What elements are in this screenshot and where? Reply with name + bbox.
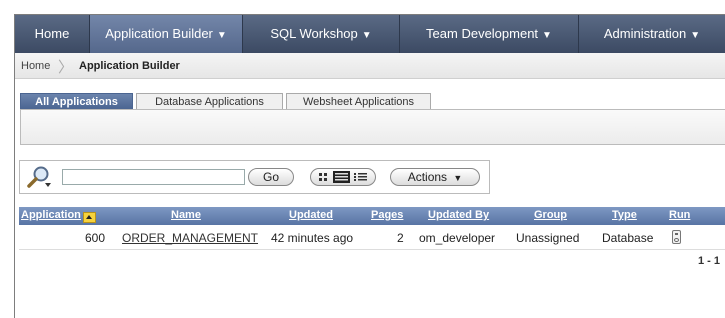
breadcrumb-home-link[interactable]: Home xyxy=(21,60,50,72)
app-frame: Home Application Builder ▼ SQL Workshop ▼ … xyxy=(14,14,725,318)
column-header-run[interactable]: Run xyxy=(669,209,690,221)
subtab-label: Websheet Applications xyxy=(302,96,415,108)
cell-updated: 42 minutes ago xyxy=(271,231,354,245)
table-row: 600 ORDER_MANAGEMENT 42 minutes ago 2 om… xyxy=(19,225,725,250)
chevron-down-icon: ▼ xyxy=(690,30,701,41)
chevron-down-icon: ▼ xyxy=(542,30,552,41)
tab-sql-workshop-label: SQL Workshop xyxy=(270,26,358,41)
go-button[interactable]: Go xyxy=(248,168,294,186)
column-header-group[interactable]: Group xyxy=(534,209,567,221)
subtab-label: Database Applications xyxy=(155,96,264,108)
run-application-icon[interactable] xyxy=(672,230,681,244)
tab-team-development[interactable]: Team Development ▼ xyxy=(400,15,579,53)
actions-menu-button[interactable]: Actions ▼ xyxy=(390,168,480,186)
cell-updated-by: om_developer xyxy=(419,231,496,245)
subtab-websheet-applications[interactable]: Websheet Applications xyxy=(286,93,431,109)
application-name-link[interactable]: ORDER_MANAGEMENT xyxy=(122,231,258,245)
column-header-application[interactable]: Application xyxy=(21,209,96,223)
view-toggle-icons xyxy=(319,171,367,183)
search-input[interactable] xyxy=(62,169,245,185)
breadcrumb-current: Application Builder xyxy=(79,60,180,72)
tab-administration-label: Administration xyxy=(603,26,687,41)
view-toggle xyxy=(310,168,376,186)
tab-sql-workshop[interactable]: SQL Workshop ▼ xyxy=(243,15,400,53)
tab-application-builder-label: Application Builder xyxy=(105,26,213,41)
tab-administration[interactable]: Administration ▼ xyxy=(579,15,725,53)
magnifier-search-icon[interactable] xyxy=(26,166,52,188)
top-navigation: Home Application Builder ▼ SQL Workshop ▼ … xyxy=(15,15,725,53)
breadcrumb-separator-icon: 〉 xyxy=(58,59,74,76)
report-footer: 1 - 1 xyxy=(19,250,725,270)
column-header-pages[interactable]: Pages xyxy=(371,209,403,221)
chevron-down-icon: ▼ xyxy=(453,173,463,183)
tab-application-builder[interactable]: Application Builder ▼ xyxy=(90,15,243,53)
applications-report: Application Name Updated Pages Updated B… xyxy=(19,207,725,270)
sort-ascending-icon[interactable] xyxy=(82,211,96,223)
subtab-panel xyxy=(20,109,725,145)
cell-pages: 2 xyxy=(397,231,404,245)
actions-button-label: Actions xyxy=(407,170,448,184)
report-header-row: Application Name Updated Pages Updated B… xyxy=(19,207,725,225)
tab-home-label: Home xyxy=(34,26,70,41)
cell-application-id: 600 xyxy=(85,231,106,245)
chevron-down-icon: ▼ xyxy=(361,30,372,41)
column-header-updated-by[interactable]: Updated By xyxy=(428,209,489,221)
subtab-all-applications[interactable]: All Applications xyxy=(20,93,133,109)
icon-view-icon[interactable] xyxy=(319,173,327,181)
tab-team-development-label: Team Development xyxy=(426,26,539,41)
pagination-label: 1 - 1 xyxy=(697,255,720,267)
go-button-label: Go xyxy=(262,170,279,184)
chevron-down-icon: ▼ xyxy=(216,30,227,41)
column-header-name[interactable]: Name xyxy=(171,209,201,221)
column-header-type[interactable]: Type xyxy=(612,209,637,221)
details-view-icon[interactable] xyxy=(354,173,367,181)
report-view-icon[interactable] xyxy=(333,171,350,183)
breadcrumb: Home 〉 Application Builder xyxy=(15,53,725,79)
column-header-label: Application xyxy=(21,209,81,221)
search-region: Go Actions ▼ xyxy=(19,160,490,194)
column-header-updated[interactable]: Updated xyxy=(289,209,333,221)
tab-home[interactable]: Home xyxy=(15,15,90,53)
subtab-database-applications[interactable]: Database Applications xyxy=(136,93,283,109)
subtab-label: All Applications xyxy=(35,96,118,108)
cell-type: Database xyxy=(602,231,654,245)
cell-group: Unassigned xyxy=(516,231,580,245)
